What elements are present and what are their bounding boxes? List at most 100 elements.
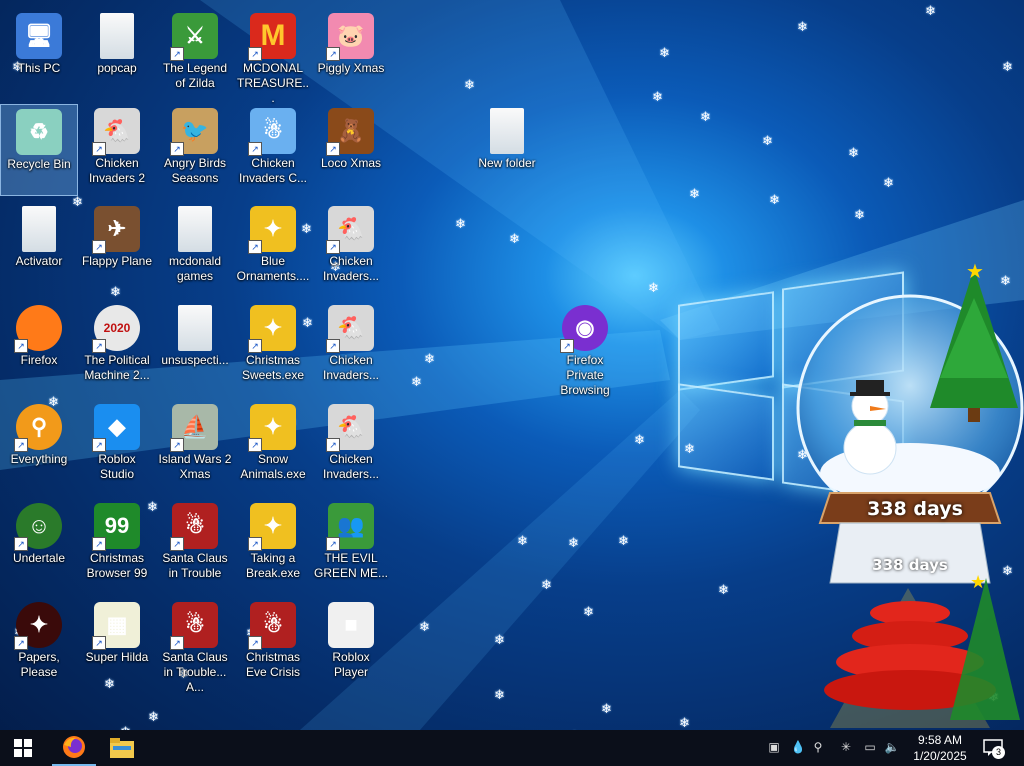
- taskbar-file-explorer-button[interactable]: [100, 730, 144, 766]
- desktop-icon-label: Piggly Xmas: [317, 61, 385, 75]
- tray-snowflake-icon[interactable]: ✳: [838, 739, 854, 755]
- zilda-icon: ⚔ ↗: [170, 13, 218, 61]
- desktop-icon-the-political-machine-2[interactable]: 2020 ↗ The Political Machine 2...: [78, 301, 156, 393]
- desktop-icon-super-hilda[interactable]: ▦ ↗ Super Hilda: [78, 598, 156, 690]
- shortcut-arrow-icon: ↗: [326, 537, 340, 551]
- desktop-icon-this-pc[interactable]: 🖥 This PC: [0, 9, 78, 101]
- desktop-icon-label: The Legend of Zilda: [162, 61, 228, 90]
- action-center-button[interactable]: 3: [978, 730, 1008, 766]
- firefox-icon: [63, 736, 85, 758]
- desktop-icon-undertale[interactable]: ☺ ↗ Undertale: [0, 499, 78, 591]
- desktop-icon-firefox-private-browsing[interactable]: ◉ ↗ Firefox Private Browsing: [546, 301, 624, 397]
- santa-icon: ☃ ↗: [170, 602, 218, 650]
- desktop-icon-unsuspecti[interactable]: unsuspecti...: [156, 301, 234, 393]
- desktop-icon-label: Angry Birds Seasons: [163, 156, 227, 185]
- tray-app-icon[interactable]: ▣: [766, 739, 782, 755]
- desktop-icon-island-wars-2-xmas[interactable]: ⛵ ↗ Island Wars 2 Xmas: [156, 400, 234, 492]
- snowflake-icon: ❄: [541, 577, 552, 592]
- shortcut-arrow-icon: ↗: [14, 438, 28, 452]
- desktop-icon-santa-claus-in-trouble-a[interactable]: ☃ ↗ Santa Claus in Trouble... A...: [156, 598, 234, 694]
- chicken-invaders-icon: 🐔 ↗: [92, 108, 140, 156]
- desktop-icon-roblox-player[interactable]: ■ Roblox Player: [312, 598, 390, 690]
- shortcut-arrow-icon: ↗: [14, 636, 28, 650]
- papers-please-icon: ✦ ↗: [14, 602, 62, 650]
- shortcut-arrow-icon: ↗: [92, 438, 106, 452]
- shortcut-arrow-icon: ↗: [326, 47, 340, 61]
- shortcut-arrow-icon: ↗: [170, 537, 184, 551]
- desktop-icon-taking-a-break-exe[interactable]: ✦ ↗ Taking a Break.exe: [234, 499, 312, 591]
- desktop-icon-blue-ornaments[interactable]: ✦ ↗ Blue Ornaments....: [234, 202, 312, 294]
- desktop-icon-label: Firefox: [20, 353, 58, 367]
- start-button[interactable]: [0, 730, 46, 766]
- desktop-icon-the-legend-of-zilda[interactable]: ⚔ ↗ The Legend of Zilda: [156, 9, 234, 101]
- snowflake-icon: ❄: [762, 133, 773, 148]
- desktop-icon-firefox[interactable]: ↗ Firefox: [0, 301, 78, 393]
- snowflake-icon: ❄: [634, 432, 645, 447]
- desktop-icon-flappy-plane[interactable]: ✈ ↗ Flappy Plane: [78, 202, 156, 294]
- tray-everything-icon[interactable]: ⚲: [810, 739, 826, 755]
- desktop-icon-label: Flappy Plane: [81, 254, 153, 268]
- island-wars-icon: ⛵ ↗: [170, 404, 218, 452]
- desktop-icon-label: Taking a Break.exe: [245, 551, 301, 580]
- chicken-invaders-icon: 🐔 ↗: [326, 404, 374, 452]
- desktop-icon-christmas-eve-crisis[interactable]: ☃ ↗ Christmas Eve Crisis: [234, 598, 312, 690]
- desktop-icon-mcdonald-games[interactable]: mcdonald games: [156, 202, 234, 294]
- desktop-icon-angry-birds-seasons[interactable]: 🐦 ↗ Angry Birds Seasons: [156, 104, 234, 196]
- desktop-icon-new-folder[interactable]: New folder: [468, 104, 546, 196]
- desktop-icon-recycle-bin[interactable]: ♻ Recycle Bin: [0, 104, 78, 196]
- angry-birds-icon: 🐦 ↗: [170, 108, 218, 156]
- roblox-icon: ■: [328, 602, 374, 648]
- snow-globe-icon: ★ ★: [796, 261, 1024, 728]
- desktop-icon-snow-animals-exe[interactable]: ✦ ↗ Snow Animals.exe: [234, 400, 312, 492]
- pig-icon: 🐷 ↗: [326, 13, 374, 61]
- snowflake-icon: ❄: [652, 89, 663, 104]
- snowflake-icon: ❄: [769, 192, 780, 207]
- desktop-icon-santa-claus-in-trouble[interactable]: ☃ ↗ Santa Claus in Trouble: [156, 499, 234, 591]
- snowflake-icon: ❄: [583, 604, 594, 619]
- desktop-icon-label: Chicken Invaders...: [322, 452, 380, 481]
- desktop[interactable]: ❄ ❄ ❄ ❄ ❄ ❄ ❄ ❄ ❄ ❄ ❄ ❄ ❄ ❄ ❄ ❄ ❄ ❄ ❄ ❄ ❄ ❄ ❄ ❄ ❄ ❄ ❄ ❄ ❄ ❄ ❄ ❄ ❄ ❄ ❄ ❄ ❄ ❄ ❄ ❄…: [0, 0, 1024, 730]
- desktop-icon-christmas-sweets-exe[interactable]: ✦ ↗ Christmas Sweets.exe: [234, 301, 312, 393]
- volume-muted-icon[interactable]: 🔈: [884, 739, 900, 755]
- snow-globe-gadget[interactable]: ★ ★ 338 days 338 days: [790, 258, 1024, 728]
- computer-icon: 🖥: [16, 13, 62, 59]
- teddy-bear-icon: 🧸 ↗: [326, 108, 374, 156]
- undertale-icon: ☺ ↗: [14, 503, 62, 551]
- desktop-icon-loco-xmas[interactable]: 🧸 ↗ Loco Xmas: [312, 104, 390, 196]
- desktop-icon-christmas-browser-99[interactable]: 99 ↗ Christmas Browser 99: [78, 499, 156, 591]
- desktop-icon-chicken-invaders[interactable]: 🐔 ↗ Chicken Invaders...: [312, 301, 390, 393]
- roblox-studio-icon: ◆ ↗: [92, 404, 140, 452]
- shortcut-arrow-icon: ↗: [14, 339, 28, 353]
- network-icon[interactable]: ▭: [862, 739, 878, 755]
- desktop-icon-label: Loco Xmas: [320, 156, 382, 170]
- desktop-icon-popcap[interactable]: popcap: [78, 9, 156, 101]
- desktop-icon-papers-please[interactable]: ✦ ↗ Papers, Please: [0, 598, 78, 690]
- folder-icon: [490, 108, 524, 154]
- taskbar: ▣ 💧 ⚲ ✳ ▭ 🔈 9:58 AM 1/20/2025 3: [0, 730, 1024, 766]
- snowflake-icon: ❄: [797, 19, 808, 34]
- desktop-icon-mcdonal-treasure[interactable]: M ↗ MCDONAL TREASURE...: [234, 9, 312, 105]
- desktop-icon-chicken-invaders-c[interactable]: ☃ ↗ Chicken Invaders C...: [234, 104, 312, 196]
- desktop-icon-chicken-invaders[interactable]: 🐔 ↗ Chicken Invaders...: [312, 202, 390, 294]
- desktop-icon-piggly-xmas[interactable]: 🐷 ↗ Piggly Xmas: [312, 9, 390, 101]
- shortcut-arrow-icon: ↗: [326, 142, 340, 156]
- desktop-icon-activator[interactable]: Activator: [0, 202, 78, 294]
- taskbar-firefox-button[interactable]: [52, 730, 96, 766]
- snowflake-icon: ❄: [411, 374, 422, 389]
- desktop-icon-everything[interactable]: ⚲ ↗ Everything: [0, 400, 78, 492]
- shortcut-arrow-icon: ↗: [92, 636, 106, 650]
- tray-water-drop-icon[interactable]: 💧: [790, 739, 806, 755]
- desktop-icon-chicken-invaders[interactable]: 🐔 ↗ Chicken Invaders...: [312, 400, 390, 492]
- snowflake-icon: ❄: [419, 619, 430, 634]
- chicken-invaders-icon: 🐔 ↗: [326, 305, 374, 353]
- desktop-icon-label: Roblox Studio: [98, 452, 136, 481]
- desktop-icon-chicken-invaders-2[interactable]: 🐔 ↗ Chicken Invaders 2: [78, 104, 156, 196]
- desktop-icon-label: Christmas Sweets.exe: [241, 353, 305, 382]
- desktop-icon-label: Chicken Invaders C...: [238, 156, 308, 185]
- taskbar-clock[interactable]: 9:58 AM 1/20/2025: [906, 732, 974, 764]
- desktop-icon-roblox-studio[interactable]: ◆ ↗ Roblox Studio: [78, 400, 156, 492]
- ornaments-icon: ✦ ↗: [248, 503, 296, 551]
- snowflake-icon: ❄: [568, 535, 579, 550]
- desktop-icon-the-evil-green-me[interactable]: 👥 ↗ THE EVIL GREEN ME...: [312, 499, 390, 591]
- desktop-icon-label: This PC: [17, 61, 61, 75]
